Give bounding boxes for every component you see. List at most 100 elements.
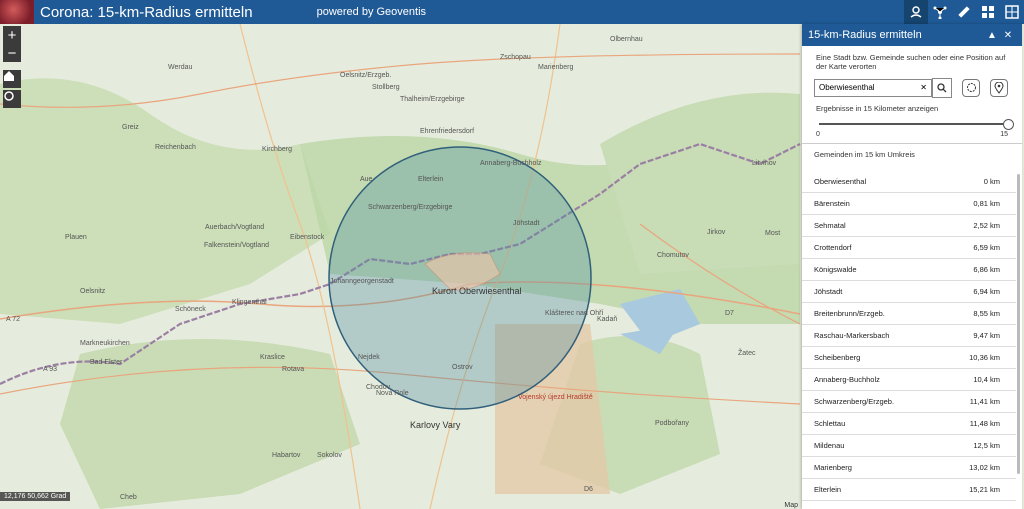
- place-label: Podbořany: [655, 420, 689, 427]
- table-row[interactable]: Scheibenberg 10,36 km: [802, 347, 1016, 369]
- map-pin-icon[interactable]: [904, 0, 928, 24]
- zoom-in-button[interactable]: +: [3, 26, 21, 44]
- place-label: Annaberg-Buchholz: [480, 160, 542, 167]
- table-row[interactable]: Elterlein 15,21 km: [802, 479, 1016, 501]
- distance-value: 6,94 km: [973, 287, 1000, 296]
- ruler-icon[interactable]: [952, 0, 976, 24]
- distance-value: 11,48 km: [969, 419, 1000, 428]
- grid-icon[interactable]: [976, 0, 1000, 24]
- pin-position-button[interactable]: [990, 78, 1008, 97]
- search-input[interactable]: Oberwiesenthal ✕: [814, 78, 932, 97]
- table-row[interactable]: Breitenbrunn/Erzgeb. 8,55 km: [802, 303, 1016, 325]
- place-label: Kurort Oberwiesenthal: [432, 286, 522, 296]
- municipality-name: Annaberg-Buchholz: [814, 375, 880, 384]
- place-label: Jöhstadt: [513, 220, 540, 227]
- radius-slider[interactable]: [819, 118, 1014, 130]
- clear-icon[interactable]: ✕: [920, 83, 927, 92]
- table-row[interactable]: Bärenstein 0,81 km: [802, 193, 1016, 215]
- panel-instruction: Eine Stadt bzw. Gemeinde suchen oder ein…: [816, 53, 1006, 72]
- table-row[interactable]: Sehmatal 2,52 km: [802, 215, 1016, 237]
- place-label: Oelsnitz: [80, 288, 106, 295]
- municipality-name: Marienberg: [814, 463, 852, 472]
- distance-value: 0,81 km: [973, 199, 1000, 208]
- powered-by[interactable]: powered by Geoventis: [317, 6, 426, 18]
- place-label: Thalheim/Erzgebirge: [400, 96, 465, 103]
- slider-track[interactable]: [819, 122, 1008, 125]
- place-label: Chomutov: [657, 252, 689, 259]
- home-button[interactable]: [3, 70, 21, 88]
- place-label: Nejdek: [358, 354, 380, 361]
- place-label: Auerbach/Vogtland: [205, 224, 265, 231]
- place-label: Marienberg: [538, 64, 574, 71]
- search-value[interactable]: Oberwiesenthal: [819, 83, 920, 92]
- search-button[interactable]: [932, 77, 952, 98]
- place-label: Žatec: [738, 350, 756, 357]
- table-row[interactable]: Annaberg-Buchholz 10,4 km: [802, 369, 1016, 391]
- place-label: Schwarzenberg/Erzgebirge: [368, 204, 453, 211]
- place-label: Jirkov: [707, 229, 726, 236]
- distance-value: 15,21 km: [969, 485, 1000, 494]
- distance-value: 9,47 km: [973, 331, 1000, 340]
- place-label: Olbernhau: [610, 36, 643, 43]
- table-row[interactable]: Raschau-Markersbach 9,47 km: [802, 325, 1016, 347]
- municipality-name: Sehmatal: [814, 221, 846, 230]
- municipality-name: Elterlein: [814, 485, 842, 494]
- municipality-name: Jöhstadt: [814, 287, 843, 296]
- close-icon[interactable]: ✕: [1000, 30, 1016, 41]
- municipality-name: Mildenau: [814, 441, 845, 450]
- municipality-name: Oberwiesenthal: [814, 177, 867, 186]
- locate-position-button[interactable]: [962, 78, 980, 97]
- slider-thumb[interactable]: [1003, 118, 1014, 130]
- table-row[interactable]: Jöhstadt 6,94 km: [802, 281, 1016, 303]
- search-icon: [937, 83, 947, 93]
- corona-logo: [0, 0, 34, 24]
- basemap-icon[interactable]: [1000, 0, 1024, 24]
- road-label: A 72: [6, 316, 21, 323]
- municipality-name: Breitenbrunn/Erzgeb.: [814, 309, 885, 318]
- road-label: D7: [725, 310, 734, 317]
- slider-ticks: 0 15: [802, 129, 1022, 138]
- distance-value: 6,86 km: [973, 265, 1000, 274]
- slider-max: 15: [1000, 130, 1008, 138]
- distance-value: 6,59 km: [973, 243, 1000, 252]
- table-row[interactable]: Königswalde 6,86 km: [802, 259, 1016, 281]
- radius-panel: 15-km-Radius ermitteln ▲ ✕ Eine Stadt bz…: [802, 24, 1022, 509]
- place-label: Elterlein: [418, 176, 444, 183]
- map-attribution[interactable]: Map: [784, 502, 798, 509]
- slider-min: 0: [816, 130, 820, 138]
- table-row[interactable]: Mildenau 12,5 km: [802, 435, 1016, 457]
- distance-value: 12,5 km: [973, 441, 1000, 450]
- table-row[interactable]: Schlettau 11,48 km: [802, 413, 1016, 435]
- place-label: Falkenstein/Vogtland: [204, 242, 269, 249]
- zoom-out-button[interactable]: −: [3, 44, 21, 62]
- place-label: Zschopau: [500, 54, 531, 61]
- panel-header: 15-km-Radius ermitteln ▲ ✕: [802, 24, 1022, 46]
- distance-value: 0 km: [983, 177, 1000, 186]
- place-label: Habartov: [272, 452, 301, 459]
- toolbar: [904, 0, 1024, 24]
- municipality-name: Crottendorf: [814, 243, 852, 252]
- distance-value: 11,41 km: [969, 397, 1000, 406]
- place-label: Schöneck: [175, 306, 206, 313]
- place-label: Most: [765, 230, 781, 237]
- place-label: Eibenstock: [290, 234, 325, 241]
- place-label: Karlovy Vary: [410, 420, 461, 430]
- app-title: Corona: 15-km-Radius ermitteln: [40, 3, 253, 21]
- locate-button[interactable]: [3, 90, 21, 108]
- place-label: Stollberg: [372, 84, 400, 91]
- table-row[interactable]: Schwarzenberg/Erzgeb. 11,41 km: [802, 391, 1016, 413]
- scrollbar[interactable]: [1017, 174, 1020, 474]
- municipality-name: Scheibenberg: [814, 353, 861, 362]
- table-row[interactable]: Marienberg 13,02 km: [802, 457, 1016, 479]
- table-row[interactable]: Crottendorf 6,59 km: [802, 237, 1016, 259]
- list-title: Gemeinden im 15 km Umkreis: [814, 149, 915, 159]
- place-label: Bad Elster: [90, 359, 123, 366]
- place-label: Rotava: [282, 366, 305, 373]
- table-row[interactable]: Oberwiesenthal 0 km: [802, 171, 1016, 193]
- place-label: Kadaň: [597, 316, 618, 323]
- network-icon[interactable]: [928, 0, 952, 24]
- place-label: Kirchberg: [262, 146, 292, 153]
- distance-value: 13,02 km: [969, 463, 1000, 472]
- collapse-icon[interactable]: ▲: [984, 30, 1000, 41]
- range-label: Ergebnisse in 15 Kilometer anzeigen: [816, 103, 939, 113]
